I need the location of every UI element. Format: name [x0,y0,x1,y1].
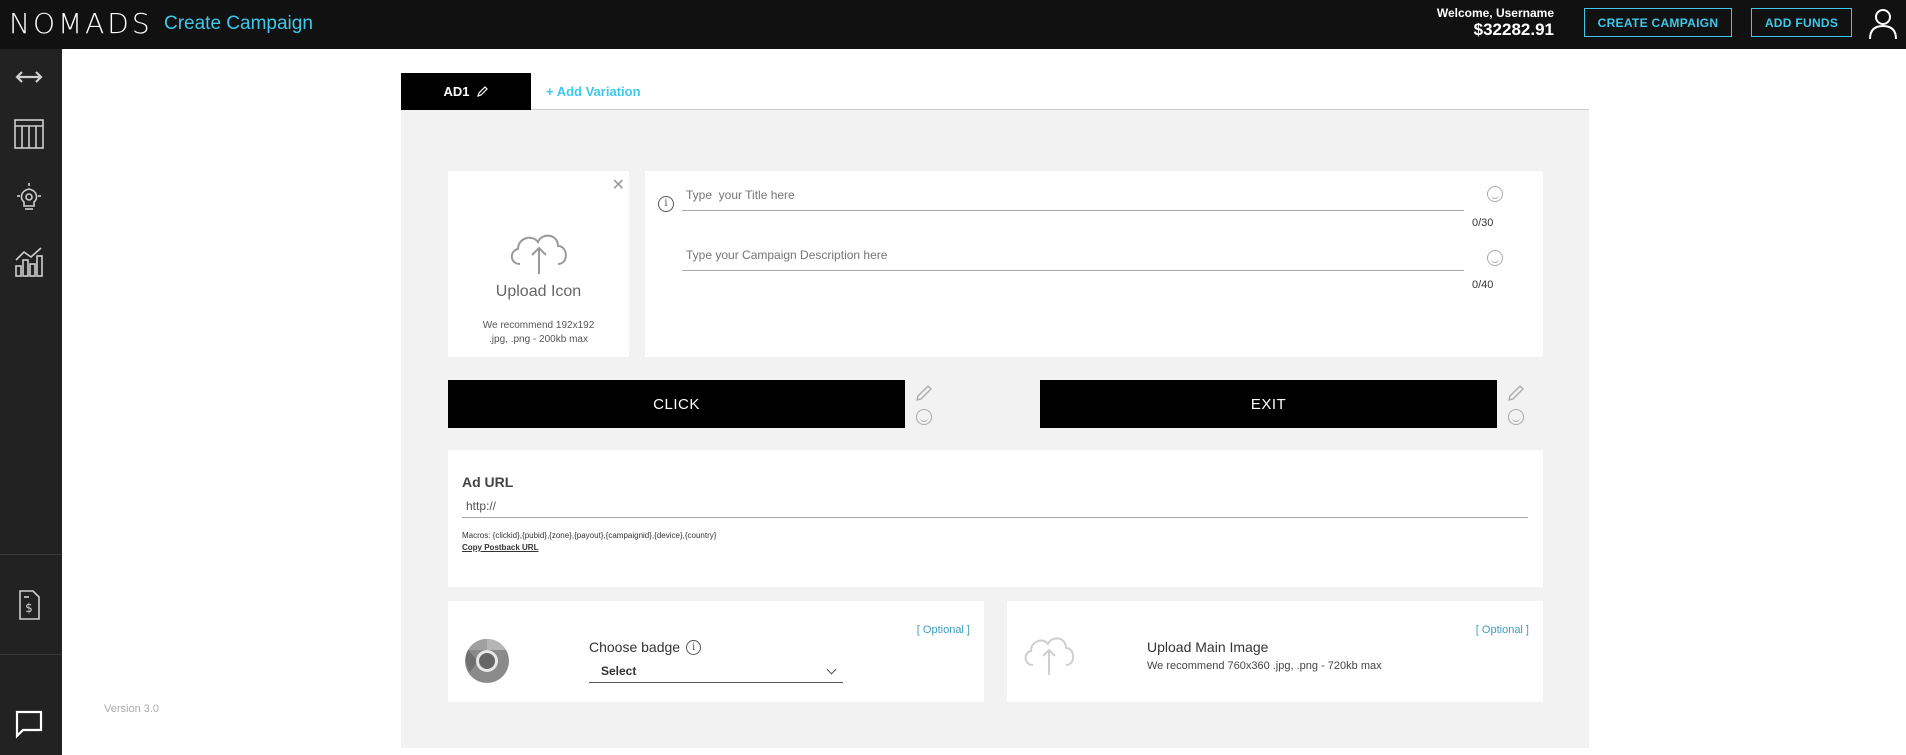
optional-tag: [ Optional ] [916,624,970,636]
click-button-tools [915,384,935,425]
title-description-card: i 0/30 0/40 [645,171,1543,357]
recommend-format: .jpg, .png - 200kb max [489,334,588,345]
account-balance: $32282.91 [1473,20,1554,39]
click-button[interactable]: CLICK [448,380,905,428]
emoji-icon[interactable] [1508,409,1524,425]
exit-button-tools [1507,384,1527,425]
svg-text:$: $ [25,601,33,615]
main-image-recommendation: We recommend 760x360 .jpg, .png - 720kb … [1147,660,1382,672]
upload-icon-card[interactable]: ✕ Upload Icon We recommend 192x192 .jpg,… [448,171,629,357]
macros-text: Macros: {clickid},{pubid},{zone},{payout… [462,531,717,540]
chat-bubble-icon[interactable] [13,708,45,740]
user-profile-icon[interactable] [1868,8,1898,40]
upload-main-image-label: Upload Main Image [1147,639,1269,655]
table-grid-icon[interactable] [13,118,45,150]
page-title: Create Campaign [164,13,313,34]
ad-url-input[interactable] [462,495,1528,517]
cloud-upload-icon[interactable] [506,226,572,276]
description-field[interactable] [682,241,1464,271]
ad-url-card: Ad URL Macros: {clickid},{pubid},{zone},… [448,450,1543,587]
ad-url-label: Ad URL [462,474,514,490]
cloud-upload-icon[interactable] [1021,629,1077,677]
recommend-size: We recommend 192x192 [482,320,595,331]
pencil-icon[interactable] [476,85,489,98]
title-counter: 0/30 [1472,217,1494,229]
title-field[interactable] [682,181,1464,211]
create-campaign-button[interactable]: CREATE CAMPAIGN [1584,8,1732,37]
emoji-icon[interactable] [916,409,932,425]
tab-ad1-label: AD1 [443,84,470,99]
sidebar-divider [0,654,62,655]
badge-card: [ Optional ] Choose badge i Select [448,601,984,702]
tab-ad1[interactable]: AD1 [401,73,531,110]
nomads-logo[interactable]: NOMADS [9,7,153,40]
analytics-chart-icon[interactable] [13,246,45,278]
invoice-dollar-icon[interactable]: $ [13,589,45,621]
top-bar: NOMADS Create Campaign Welcome, Username… [0,0,1906,49]
upload-icon-recommendation: We recommend 192x192 .jpg, .png - 200kb … [448,319,629,347]
add-variation-link[interactable]: + Add Variation [546,84,641,99]
info-icon[interactable]: i [658,196,674,212]
choose-badge-label: Choose badge i [589,639,702,655]
ad-tabs: AD1 + Add Variation [401,73,1589,110]
badge-select-value: Select [601,664,637,678]
description-counter: 0/40 [1472,279,1494,291]
exit-button[interactable]: EXIT [1040,380,1497,428]
copy-postback-link[interactable]: Copy Postback URL [462,543,538,552]
info-icon[interactable]: i [686,639,702,655]
ad-url-field[interactable] [462,495,1528,518]
sidebar: $ [0,49,62,755]
badge-select[interactable]: Select [589,660,843,683]
emoji-icon[interactable] [1487,250,1503,266]
optional-tag: [ Optional ] [1475,624,1529,636]
pencil-icon[interactable] [1507,384,1525,402]
chevron-down-icon [826,664,837,675]
chrome-badge-icon [465,639,509,683]
upload-icon-label: Upload Icon [495,283,582,300]
close-icon[interactable]: ✕ [612,175,625,195]
title-input[interactable] [682,181,1464,209]
choose-badge-text: Choose badge [589,639,681,655]
lightbulb-gear-icon[interactable] [13,182,45,214]
pencil-icon[interactable] [915,384,933,402]
expand-arrows-icon[interactable] [13,61,45,93]
sidebar-divider [0,554,62,555]
version-label: Version 3.0 [104,703,160,715]
emoji-icon[interactable] [1487,186,1503,202]
ad-editor-panel: ✕ Upload Icon We recommend 192x192 .jpg,… [401,110,1589,748]
description-input[interactable] [682,241,1464,269]
welcome-text: Welcome, Username [1436,6,1554,20]
add-funds-button[interactable]: ADD FUNDS [1751,8,1852,37]
main-image-card[interactable]: [ Optional ] Upload Main Image We recomm… [1007,601,1543,702]
